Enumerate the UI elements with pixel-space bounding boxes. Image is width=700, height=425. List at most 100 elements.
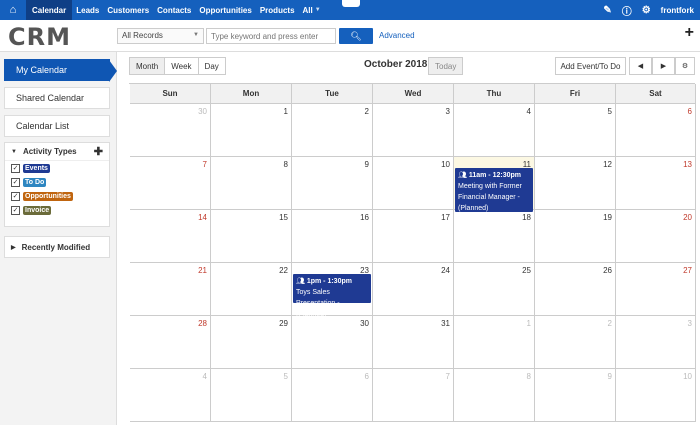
view-day-button[interactable]: Day (197, 57, 226, 75)
recently-modified-panel[interactable]: ▶ Recently Modified (4, 236, 110, 258)
collapse-handle[interactable] (342, 0, 360, 7)
day-number: 10 (683, 372, 692, 381)
tab-calendar[interactable]: Calendar (26, 0, 73, 20)
checkbox[interactable]: ✓ (11, 191, 20, 201)
day-cell[interactable]: 14 (130, 210, 211, 263)
day-cell[interactable]: 5 (211, 369, 292, 422)
day-cell[interactable]: 19 (535, 210, 616, 263)
search-input[interactable] (206, 28, 336, 44)
day-cell[interactable]: 1 (454, 316, 535, 369)
today-button[interactable]: Today (428, 57, 464, 75)
my-calendar-button[interactable]: My Calendar (4, 59, 117, 82)
view-week-button[interactable]: Week (164, 57, 199, 75)
info-icon[interactable]: ⓘ (622, 3, 632, 18)
day-cell[interactable]: 31 (373, 316, 454, 369)
calendar-event[interactable]: 👥︎ 1pm - 1:30pm Toys Sales Presentation … (293, 274, 371, 318)
caret-down-icon[interactable]: ▼ (11, 149, 17, 155)
day-cell[interactable]: 22 (211, 263, 292, 316)
tab-opportunities[interactable]: Opportunities (195, 0, 255, 20)
tab-contacts[interactable]: Contacts (153, 0, 195, 20)
prev-month-button[interactable]: ◀ (629, 57, 652, 75)
calendar-list-button[interactable]: Calendar List (4, 115, 110, 137)
day-number: 26 (603, 266, 612, 275)
day-cell[interactable]: 8 (454, 369, 535, 422)
gear-icon[interactable]: ⚙ (642, 5, 651, 16)
day-cell[interactable]: 21 (130, 263, 211, 316)
day-cell[interactable]: 3 (373, 104, 454, 157)
day-cell[interactable]: 20 (616, 210, 696, 263)
day-cell[interactable]: 7 (373, 369, 454, 422)
chevron-down-icon: ▼ (193, 32, 199, 38)
activity-type-todo[interactable]: ✓ To Do (5, 175, 109, 189)
day-number: 4 (202, 372, 207, 381)
next-month-button[interactable]: ▶ (652, 57, 675, 75)
day-cell[interactable]: 16 (292, 210, 373, 263)
search-icon: 🔍︎ (350, 30, 362, 41)
view-month-button[interactable]: Month (129, 57, 166, 75)
users-icon: 👥︎ (458, 172, 469, 179)
checkbox[interactable]: ✓ (11, 205, 20, 215)
quick-create-plus-icon[interactable]: + (685, 24, 694, 42)
day-cell[interactable]: 10 (373, 157, 454, 210)
tab-leads[interactable]: Leads (72, 0, 103, 20)
day-cell[interactable]: 24 (373, 263, 454, 316)
tab-products[interactable]: Products (256, 0, 299, 20)
checkbox[interactable]: ✓ (11, 163, 20, 173)
day-cell[interactable]: 3 (616, 316, 696, 369)
day-cell[interactable]: 5 (535, 104, 616, 157)
day-cell[interactable]: 2 (292, 104, 373, 157)
day-number: 24 (441, 266, 450, 275)
day-cell[interactable]: 29 (211, 316, 292, 369)
calendar-settings-button[interactable]: ⚙ (675, 57, 695, 75)
day-header-thu: Thu (454, 84, 535, 104)
day-cell[interactable]: 6 (292, 369, 373, 422)
event-time: 11am - 12:30pm (468, 172, 521, 179)
day-cell[interactable]: 2 (535, 316, 616, 369)
calendar-event[interactable]: 👥︎ 11am - 12:30pm Meeting with Former Fi… (455, 168, 533, 212)
day-cell[interactable]: 28 (130, 316, 211, 369)
day-number: 3 (445, 107, 450, 116)
invoice-badge: Invoice (23, 205, 52, 215)
home-icon[interactable]: ⌂ (0, 0, 26, 20)
day-cell[interactable]: 30 (130, 104, 211, 157)
day-cell[interactable]: 1 (211, 104, 292, 157)
search-button[interactable]: 🔍︎ (339, 28, 373, 44)
day-number: 14 (198, 213, 207, 222)
advanced-search-link[interactable]: Advanced (379, 31, 415, 40)
day-cell[interactable]: 10 (616, 369, 696, 422)
day-cell[interactable]: 9 (535, 369, 616, 422)
record-filter-select[interactable]: All Records ▼ (117, 28, 204, 44)
day-number: 27 (683, 266, 692, 275)
checkbox[interactable]: ✓ (11, 177, 20, 187)
day-cell[interactable]: 25 (454, 263, 535, 316)
day-cell[interactable]: 26 (535, 263, 616, 316)
activity-type-opportunities[interactable]: ✓ Opportunities (5, 189, 109, 203)
add-event-button[interactable]: Add Event/To Do (555, 57, 626, 75)
day-cell[interactable]: 9 (292, 157, 373, 210)
logo[interactable]: CRM (8, 23, 71, 51)
day-cell[interactable]: 7 (130, 157, 211, 210)
day-header-sun: Sun (130, 84, 211, 104)
day-cell[interactable]: 13 (616, 157, 696, 210)
gear-icon: ⚙ (681, 63, 689, 70)
add-activity-type-icon[interactable]: ✚ (94, 145, 103, 158)
activity-type-invoice[interactable]: ✓ Invoice (5, 203, 109, 217)
day-cell[interactable]: 12 (535, 157, 616, 210)
day-cell[interactable]: 17 (373, 210, 454, 263)
tab-all[interactable]: All ▼ (299, 0, 325, 20)
day-cell[interactable]: 6 (616, 104, 696, 157)
day-cell[interactable]: 15 (211, 210, 292, 263)
activity-type-events[interactable]: ✓ Events (5, 161, 109, 175)
day-cell[interactable]: 18 (454, 210, 535, 263)
day-cell[interactable]: 4 (130, 369, 211, 422)
day-number: 1 (283, 107, 288, 116)
sidebar: My Calendar Shared Calendar Calendar Lis… (0, 52, 117, 425)
day-cell[interactable]: 8 (211, 157, 292, 210)
day-cell[interactable]: 27 (616, 263, 696, 316)
day-cell[interactable]: 30 (292, 316, 373, 369)
brush-icon[interactable]: ✎ (603, 5, 611, 16)
tab-customers[interactable]: Customers (103, 0, 153, 20)
user-menu[interactable]: frontfork (661, 6, 694, 15)
shared-calendar-button[interactable]: Shared Calendar (4, 87, 110, 109)
day-cell[interactable]: 4 (454, 104, 535, 157)
